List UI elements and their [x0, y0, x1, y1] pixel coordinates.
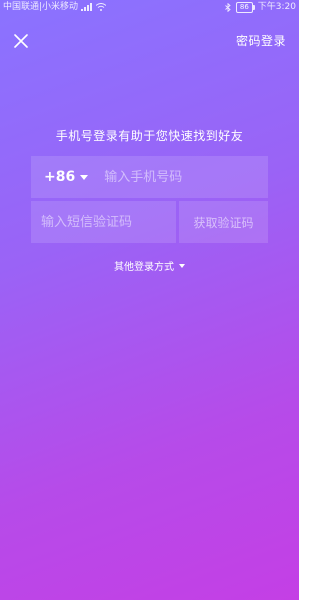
close-icon [14, 34, 28, 48]
carrier-label: 中国联通|小米移动 [3, 2, 79, 12]
status-bar: 中国联通|小米移动 86 下午3:20 [0, 0, 299, 14]
password-login-link[interactable]: 密码登录 [236, 32, 286, 49]
chevron-down-icon [80, 174, 89, 180]
close-button[interactable] [10, 30, 32, 52]
signal-icon [81, 3, 93, 11]
login-screen: 中国联通|小米移动 86 下午3:20 密码登录 手机号登录有助于您快速找到好友… [0, 0, 299, 600]
battery-icon: 86 [235, 1, 255, 13]
status-right: 86 下午3:20 [225, 0, 296, 14]
get-code-button[interactable]: 获取验证码 [179, 201, 268, 243]
wifi-icon [96, 3, 107, 11]
country-code-label: +86 [44, 169, 76, 185]
phone-input[interactable] [98, 156, 281, 198]
bluetooth-icon [225, 2, 231, 12]
login-prompt: 手机号登录有助于您快速找到好友 [55, 129, 244, 143]
code-row: 获取验证码 [31, 201, 268, 243]
phone-row: +86 [31, 156, 281, 198]
other-login-toggle[interactable]: 其他登录方式 [0, 258, 299, 273]
clock: 下午3:20 [257, 2, 296, 12]
country-code-selector[interactable]: +86 [31, 156, 98, 198]
triangle-down-icon [179, 263, 185, 268]
battery-level: 86 [239, 2, 249, 11]
other-login-label: 其他登录方式 [114, 262, 174, 273]
code-input-wrap [31, 201, 176, 243]
status-left: 中国联通|小米移动 [3, 0, 107, 14]
sms-code-input[interactable] [31, 201, 176, 243]
